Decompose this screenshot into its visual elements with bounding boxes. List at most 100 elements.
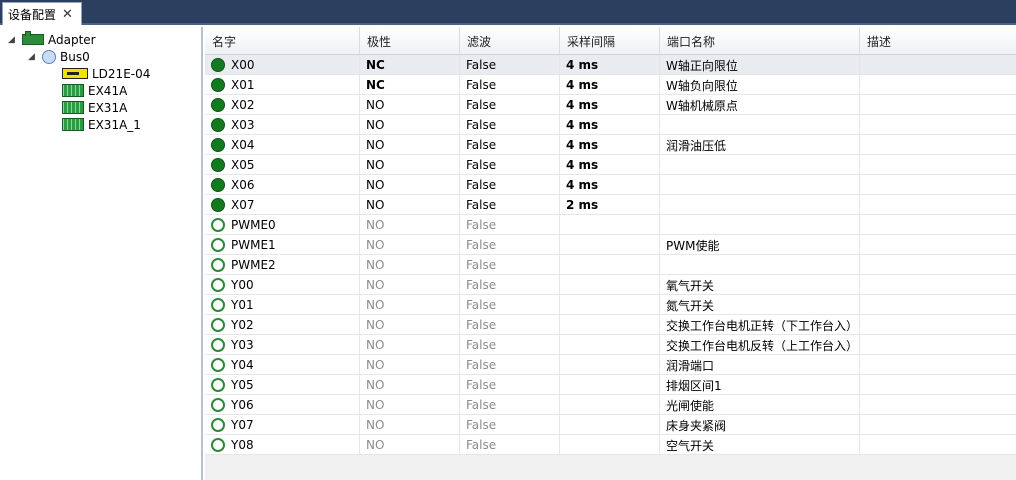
cell-polarity[interactable]: NC: [360, 55, 460, 75]
table-row[interactable]: X05 NO False 4 ms: [205, 155, 1016, 175]
cell-filter[interactable]: False: [460, 195, 560, 215]
cell-sample-interval[interactable]: 4 ms: [560, 135, 660, 155]
cell-description[interactable]: [860, 255, 1016, 275]
table-row[interactable]: X07 NO False 2 ms: [205, 195, 1016, 215]
close-icon[interactable]: ✕: [62, 8, 73, 21]
cell-name[interactable]: Y03: [205, 335, 360, 355]
cell-polarity[interactable]: NO: [360, 335, 460, 355]
cell-port-name[interactable]: W轴负向限位: [660, 75, 860, 95]
cell-description[interactable]: [860, 235, 1016, 255]
cell-name[interactable]: PWME0: [205, 215, 360, 235]
table-row[interactable]: X03 NO False 4 ms: [205, 115, 1016, 135]
cell-sample-interval[interactable]: 4 ms: [560, 175, 660, 195]
table-row[interactable]: X01 NC False 4 ms W轴负向限位: [205, 75, 1016, 95]
cell-name[interactable]: X03: [205, 115, 360, 135]
table-row[interactable]: Y06 NO False 光闸使能: [205, 395, 1016, 415]
cell-port-name[interactable]: 氮气开关: [660, 295, 860, 315]
cell-polarity[interactable]: NO: [360, 395, 460, 415]
cell-sample-interval[interactable]: [560, 275, 660, 295]
cell-port-name[interactable]: 光闸使能: [660, 395, 860, 415]
column-header-polarity[interactable]: 极性: [360, 27, 460, 55]
cell-name[interactable]: X07: [205, 195, 360, 215]
cell-name[interactable]: PWME2: [205, 255, 360, 275]
cell-port-name[interactable]: W轴正向限位: [660, 55, 860, 75]
table-row[interactable]: PWME0 NO False: [205, 215, 1016, 235]
cell-polarity[interactable]: NO: [360, 415, 460, 435]
cell-filter[interactable]: False: [460, 155, 560, 175]
cell-sample-interval[interactable]: 4 ms: [560, 55, 660, 75]
cell-port-name[interactable]: [660, 255, 860, 275]
table-row[interactable]: Y05 NO False 排烟区间1: [205, 375, 1016, 395]
cell-filter[interactable]: False: [460, 335, 560, 355]
cell-description[interactable]: [860, 175, 1016, 195]
cell-sample-interval[interactable]: 4 ms: [560, 115, 660, 135]
cell-port-name[interactable]: [660, 155, 860, 175]
cell-filter[interactable]: False: [460, 235, 560, 255]
cell-filter[interactable]: False: [460, 375, 560, 395]
expand-icon[interactable]: ◢: [28, 52, 38, 62]
cell-port-name[interactable]: 空气开关: [660, 435, 860, 455]
tree-node-ld21e-04[interactable]: LD21E-04: [62, 65, 150, 82]
cell-name[interactable]: X05: [205, 155, 360, 175]
cell-polarity[interactable]: NO: [360, 175, 460, 195]
cell-port-name[interactable]: [660, 115, 860, 135]
cell-polarity[interactable]: NO: [360, 375, 460, 395]
cell-filter[interactable]: False: [460, 215, 560, 235]
cell-sample-interval[interactable]: [560, 355, 660, 375]
column-header-sample-interval[interactable]: 采样间隔: [560, 27, 660, 55]
cell-sample-interval[interactable]: 4 ms: [560, 155, 660, 175]
cell-description[interactable]: [860, 215, 1016, 235]
cell-name[interactable]: Y06: [205, 395, 360, 415]
cell-description[interactable]: [860, 135, 1016, 155]
cell-description[interactable]: [860, 275, 1016, 295]
cell-filter[interactable]: False: [460, 255, 560, 275]
cell-filter[interactable]: False: [460, 275, 560, 295]
table-row[interactable]: X06 NO False 4 ms: [205, 175, 1016, 195]
cell-polarity[interactable]: NO: [360, 275, 460, 295]
table-row[interactable]: Y00 NO False 氧气开关: [205, 275, 1016, 295]
tree-node-ex31a[interactable]: EX31A: [62, 99, 127, 116]
table-row[interactable]: PWME1 NO False PWM使能: [205, 235, 1016, 255]
cell-filter[interactable]: False: [460, 355, 560, 375]
cell-description[interactable]: [860, 195, 1016, 215]
cell-sample-interval[interactable]: [560, 315, 660, 335]
cell-port-name[interactable]: 氧气开关: [660, 275, 860, 295]
cell-port-name[interactable]: 润滑油压低: [660, 135, 860, 155]
column-header-description[interactable]: 描述: [860, 27, 1016, 55]
cell-port-name[interactable]: 排烟区间1: [660, 375, 860, 395]
cell-port-name[interactable]: PWM使能: [660, 235, 860, 255]
table-row[interactable]: X00 NC False 4 ms W轴正向限位: [205, 55, 1016, 75]
column-header-port-name[interactable]: 端口名称: [660, 27, 860, 55]
table-row[interactable]: Y04 NO False 润滑端口: [205, 355, 1016, 375]
cell-description[interactable]: [860, 155, 1016, 175]
tree-node-ex31a-1[interactable]: EX31A_1: [62, 116, 141, 133]
table-row[interactable]: Y02 NO False 交换工作台电机正转（下工作台入）: [205, 315, 1016, 335]
cell-filter[interactable]: False: [460, 435, 560, 455]
cell-port-name[interactable]: 润滑端口: [660, 355, 860, 375]
expand-icon[interactable]: ◢: [8, 35, 18, 45]
cell-name[interactable]: X01: [205, 75, 360, 95]
cell-name[interactable]: Y05: [205, 375, 360, 395]
cell-description[interactable]: [860, 415, 1016, 435]
tree-node-bus0[interactable]: ◢ Bus0: [28, 48, 90, 65]
cell-description[interactable]: [860, 355, 1016, 375]
cell-polarity[interactable]: NO: [360, 255, 460, 275]
cell-filter[interactable]: False: [460, 315, 560, 335]
table-row[interactable]: Y01 NO False 氮气开关: [205, 295, 1016, 315]
cell-name[interactable]: X06: [205, 175, 360, 195]
cell-polarity[interactable]: NO: [360, 215, 460, 235]
cell-polarity[interactable]: NO: [360, 155, 460, 175]
cell-filter[interactable]: False: [460, 295, 560, 315]
cell-name[interactable]: PWME1: [205, 235, 360, 255]
cell-port-name[interactable]: 交换工作台电机正转（下工作台入）: [660, 315, 860, 335]
tree-node-adapter[interactable]: ◢ Adapter: [8, 31, 96, 48]
cell-description[interactable]: [860, 55, 1016, 75]
cell-sample-interval[interactable]: [560, 375, 660, 395]
cell-filter[interactable]: False: [460, 395, 560, 415]
cell-description[interactable]: [860, 115, 1016, 135]
cell-filter[interactable]: False: [460, 175, 560, 195]
cell-port-name[interactable]: W轴机械原点: [660, 95, 860, 115]
cell-name[interactable]: Y00: [205, 275, 360, 295]
cell-name[interactable]: Y02: [205, 315, 360, 335]
table-row[interactable]: Y07 NO False 床身夹紧阀: [205, 415, 1016, 435]
